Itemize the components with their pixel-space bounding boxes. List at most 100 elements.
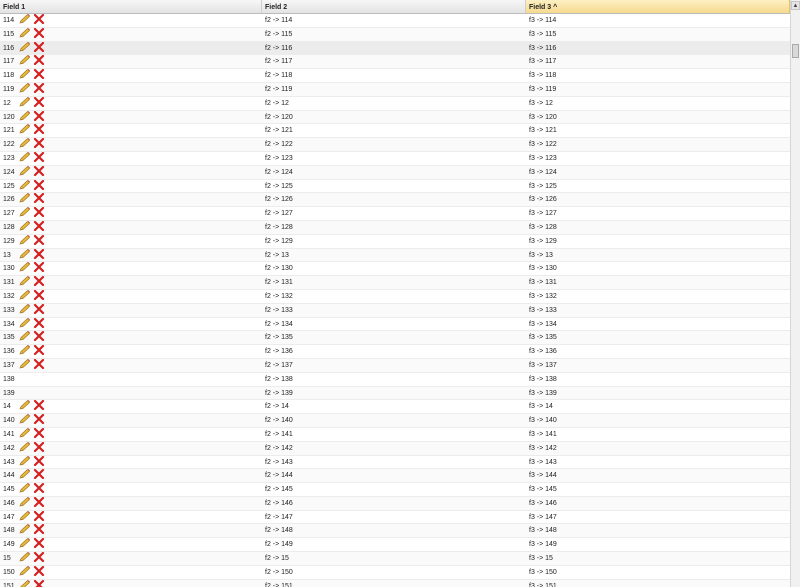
edit-pencil-icon[interactable] [19, 579, 31, 587]
table-row[interactable]: 123 f2 -> 123 f3 -> 123 [0, 151, 790, 166]
edit-pencil-icon[interactable] [19, 469, 31, 479]
delete-x-icon[interactable] [33, 151, 45, 163]
table-row[interactable]: 140 f2 -> 140 f3 -> 140 [0, 414, 790, 428]
table-row[interactable]: 116 f2 -> 116 f3 -> 116 [0, 41, 790, 56]
edit-pencil-icon[interactable] [19, 414, 31, 424]
edit-pencil-icon[interactable] [19, 193, 31, 203]
edit-pencil-icon[interactable] [19, 82, 31, 93]
edit-pencil-icon[interactable] [19, 14, 31, 24]
delete-x-icon[interactable] [33, 345, 45, 356]
edit-pencil-icon[interactable] [19, 27, 31, 38]
table-row[interactable]: 13 f2 -> 13 f3 -> 13 [0, 248, 790, 263]
edit-pencil-icon[interactable] [19, 441, 31, 452]
table-row[interactable]: 129 f2 -> 129 f3 -> 129 [0, 234, 790, 249]
vertical-scrollbar[interactable]: ▲ [790, 0, 800, 587]
table-row[interactable]: 127 f2 -> 127 f3 -> 127 [0, 207, 790, 221]
delete-x-icon[interactable] [33, 565, 45, 576]
table-row[interactable]: 137 f2 -> 137 f3 -> 137 [0, 358, 790, 373]
delete-x-icon[interactable] [33, 262, 45, 273]
table-row[interactable]: 126 f2 -> 126 f3 -> 126 [0, 193, 790, 208]
edit-pencil-icon[interactable] [19, 427, 31, 438]
table-row[interactable]: 148 f2 -> 148 f3 -> 148 [0, 524, 790, 539]
delete-x-icon[interactable] [33, 483, 45, 494]
table-row[interactable]: 141 f2 -> 141 f3 -> 141 [0, 427, 790, 442]
table-row[interactable]: 14 f2 -> 14 f3 -> 14 [0, 400, 790, 415]
table-row[interactable]: 122 f2 -> 122 f3 -> 122 [0, 138, 790, 152]
delete-x-icon[interactable] [33, 55, 45, 66]
delete-x-icon[interactable] [33, 165, 45, 176]
table-row[interactable]: 128 f2 -> 128 f3 -> 128 [0, 220, 790, 235]
delete-x-icon[interactable] [33, 538, 45, 549]
edit-pencil-icon[interactable] [19, 55, 31, 65]
table-row[interactable]: 145 f2 -> 145 f3 -> 145 [0, 483, 790, 497]
edit-pencil-icon[interactable] [19, 289, 31, 300]
edit-pencil-icon[interactable] [19, 220, 31, 231]
delete-x-icon[interactable] [33, 510, 45, 521]
delete-x-icon[interactable] [33, 400, 45, 411]
delete-x-icon[interactable] [33, 552, 45, 563]
edit-pencil-icon[interactable] [19, 165, 31, 176]
edit-pencil-icon[interactable] [19, 207, 31, 217]
column-header-field-3[interactable]: Field 3 ^ [526, 0, 790, 13]
edit-pencil-icon[interactable] [19, 524, 31, 534]
table-row[interactable]: 115 f2 -> 115 f3 -> 115 [0, 27, 790, 42]
edit-pencil-icon[interactable] [19, 124, 31, 134]
table-row[interactable]: 139 f2 -> 139 f3 -> 139 [0, 386, 790, 401]
table-row[interactable]: 133 f2 -> 133 f3 -> 133 [0, 303, 790, 318]
edit-pencil-icon[interactable] [19, 358, 31, 369]
table-row[interactable]: 150 f2 -> 150 f3 -> 150 [0, 565, 790, 580]
column-header-field-1[interactable]: Field 1 [0, 0, 262, 13]
table-row[interactable]: 135 f2 -> 135 f3 -> 135 [0, 331, 790, 346]
delete-x-icon[interactable] [33, 303, 45, 314]
edit-pencil-icon[interactable] [19, 565, 31, 576]
table-row[interactable]: 142 f2 -> 142 f3 -> 142 [0, 441, 790, 456]
delete-x-icon[interactable] [33, 496, 45, 507]
delete-x-icon[interactable] [33, 82, 45, 94]
table-row[interactable]: 136 f2 -> 136 f3 -> 136 [0, 345, 790, 359]
delete-x-icon[interactable] [33, 427, 45, 439]
delete-x-icon[interactable] [33, 358, 45, 370]
edit-pencil-icon[interactable] [19, 345, 31, 355]
table-row[interactable]: 114 f2 -> 114 f3 -> 114 [0, 14, 790, 28]
delete-x-icon[interactable] [33, 414, 45, 425]
table-row[interactable]: 134 f2 -> 134 f3 -> 134 [0, 317, 790, 332]
scrollbar-thumb[interactable] [792, 44, 799, 58]
table-row[interactable]: 151 f2 -> 151 f3 -> 151 [0, 579, 790, 587]
table-row[interactable]: 120 f2 -> 120 f3 -> 120 [0, 110, 790, 125]
edit-pencil-icon[interactable] [19, 303, 31, 314]
edit-pencil-icon[interactable] [19, 496, 31, 507]
edit-pencil-icon[interactable] [19, 510, 31, 521]
edit-pencil-icon[interactable] [19, 138, 31, 148]
table-row[interactable]: 131 f2 -> 131 f3 -> 131 [0, 276, 790, 290]
delete-x-icon[interactable] [33, 220, 45, 232]
table-row[interactable]: 132 f2 -> 132 f3 -> 132 [0, 289, 790, 304]
column-header-field-2[interactable]: Field 2 [262, 0, 526, 13]
edit-pencil-icon[interactable] [19, 400, 31, 410]
edit-pencil-icon[interactable] [19, 262, 31, 272]
table-row[interactable]: 121 f2 -> 121 f3 -> 121 [0, 124, 790, 139]
table-row[interactable]: 149 f2 -> 149 f3 -> 149 [0, 538, 790, 553]
edit-pencil-icon[interactable] [19, 96, 31, 107]
delete-x-icon[interactable] [33, 455, 45, 466]
delete-x-icon[interactable] [33, 469, 45, 480]
delete-x-icon[interactable] [33, 331, 45, 342]
delete-x-icon[interactable] [33, 248, 45, 259]
table-row[interactable]: 119 f2 -> 119 f3 -> 119 [0, 82, 790, 97]
delete-x-icon[interactable] [33, 524, 45, 535]
table-row[interactable]: 117 f2 -> 117 f3 -> 117 [0, 55, 790, 70]
edit-pencil-icon[interactable] [19, 248, 31, 259]
table-row[interactable]: 125 f2 -> 125 f3 -> 125 [0, 179, 790, 194]
table-row[interactable]: 15 f2 -> 15 f3 -> 15 [0, 552, 790, 566]
edit-pencil-icon[interactable] [19, 538, 31, 548]
edit-pencil-icon[interactable] [19, 179, 31, 190]
table-row[interactable]: 124 f2 -> 124 f3 -> 124 [0, 165, 790, 180]
arrow-up-icon[interactable]: ▲ [791, 1, 800, 10]
delete-x-icon[interactable] [33, 110, 45, 121]
delete-x-icon[interactable] [33, 124, 45, 135]
delete-x-icon[interactable] [33, 193, 45, 204]
edit-pencil-icon[interactable] [19, 41, 31, 52]
table-row[interactable]: 147 f2 -> 147 f3 -> 147 [0, 510, 790, 525]
delete-x-icon[interactable] [33, 138, 45, 149]
edit-pencil-icon[interactable] [19, 234, 31, 245]
delete-x-icon[interactable] [33, 207, 45, 218]
